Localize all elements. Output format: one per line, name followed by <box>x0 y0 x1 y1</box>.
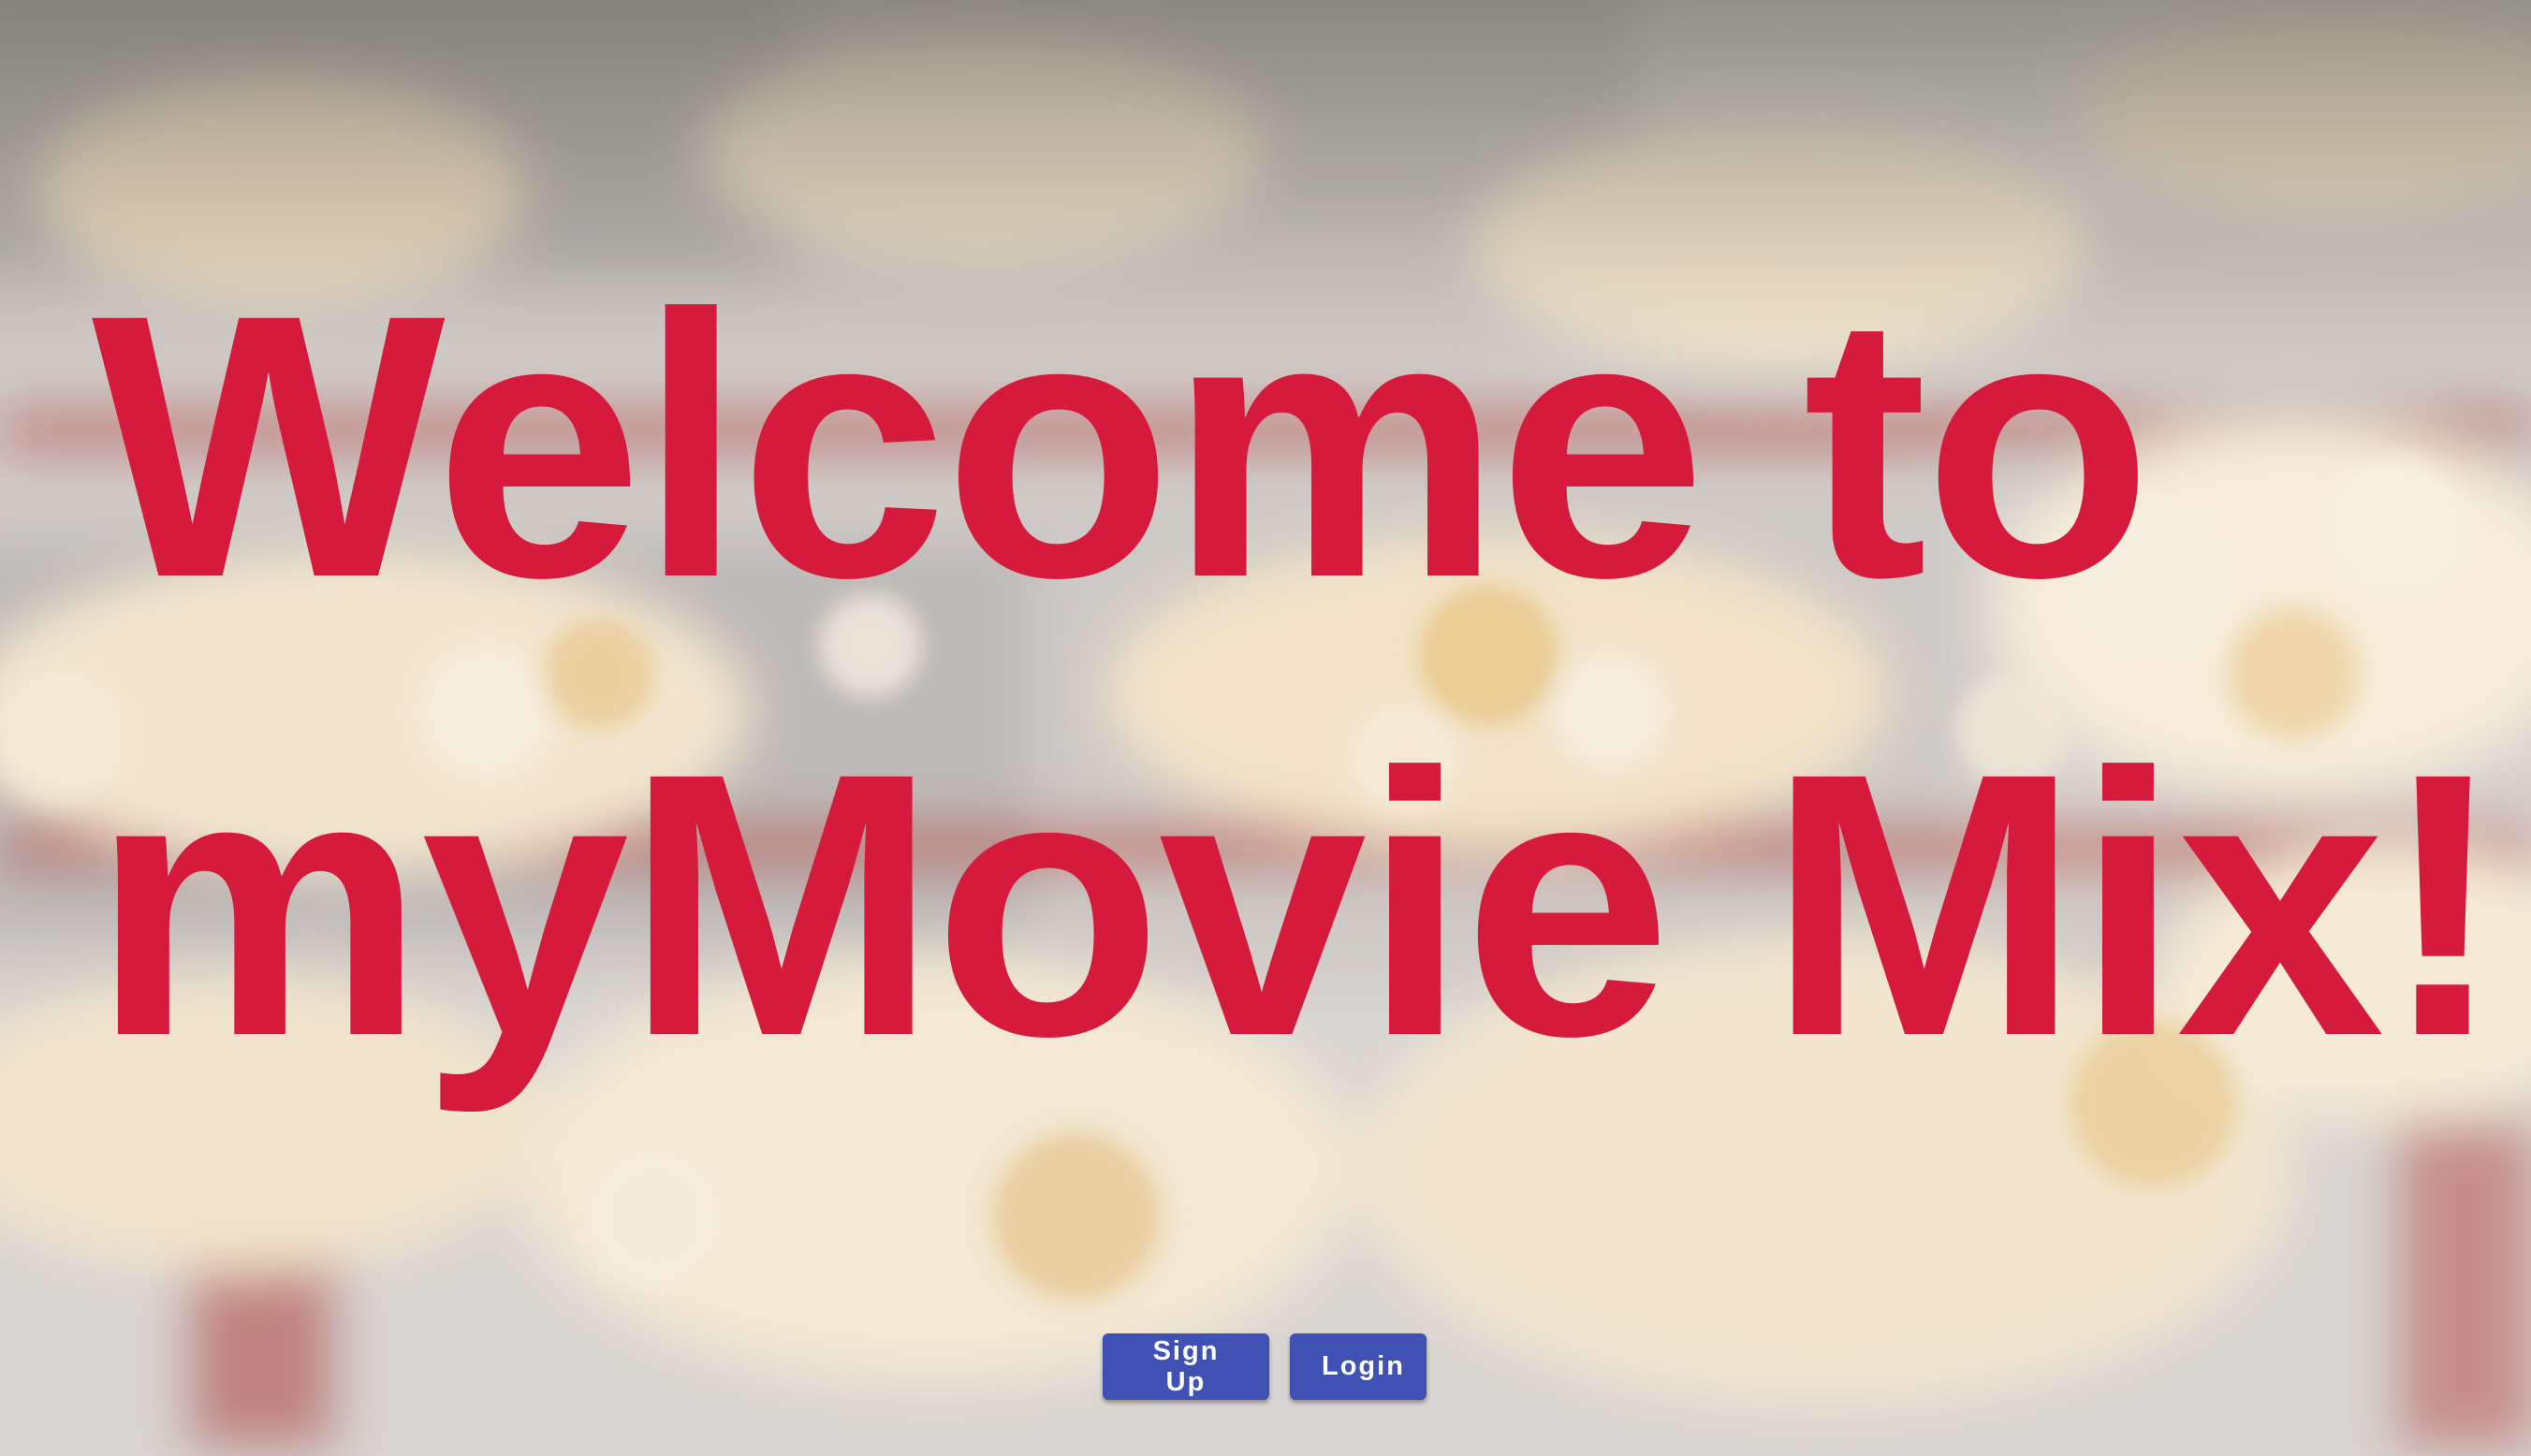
login-button[interactable]: Login <box>1290 1333 1426 1400</box>
sign-up-button[interactable]: Sign Up <box>1103 1333 1269 1400</box>
welcome-headline: Welcome to myMovie Mix! <box>92 217 2506 1134</box>
headline-line-2: myMovie Mix! <box>92 695 2506 1114</box>
auth-button-group: Sign Up Login <box>1103 1333 1426 1400</box>
headline-line-1: Welcome to <box>92 237 2153 655</box>
